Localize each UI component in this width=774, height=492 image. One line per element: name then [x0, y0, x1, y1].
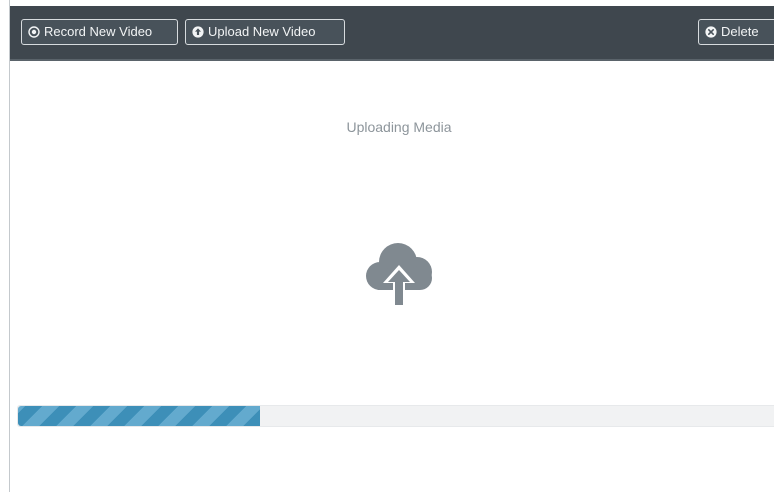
delete-button[interactable]: Delete [698, 19, 774, 45]
left-margin [0, 0, 9, 492]
upload-progress-bar [17, 405, 774, 427]
left-divider [9, 0, 10, 492]
upload-arrow-circle-icon [192, 26, 204, 38]
record-new-video-label: Record New Video [44, 24, 153, 39]
record-new-video-button[interactable]: Record New Video [21, 19, 178, 45]
toolbar: Record New Video Upload New Video Delete [10, 6, 774, 61]
upload-status-text: Uploading Media [346, 119, 452, 135]
delete-label: Delete [721, 24, 759, 39]
upload-panel: Record New Video Upload New Video Delete… [0, 0, 774, 492]
cloud-upload-icon [360, 240, 440, 310]
close-circle-icon [705, 26, 717, 38]
upload-progress-fill [18, 406, 260, 426]
upload-new-video-button[interactable]: Upload New Video [185, 19, 345, 45]
upload-new-video-label: Upload New Video [208, 24, 316, 39]
record-circle-icon [28, 26, 40, 38]
